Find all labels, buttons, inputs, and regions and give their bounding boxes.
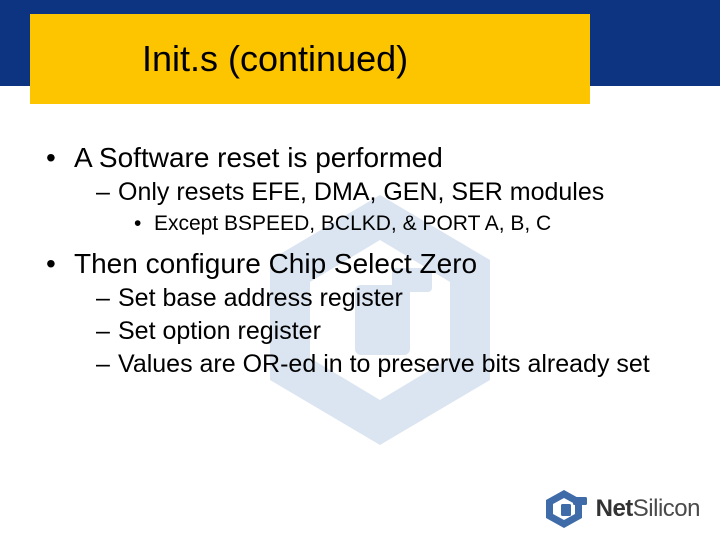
bullet-lvl3: Except BSPEED, BCLKD, & PORT A, B, C <box>134 210 670 237</box>
bullet-text: Except BSPEED, BCLKD, & PORT A, B, C <box>154 212 551 235</box>
bullet-text: Values are OR-ed in to preserve bits alr… <box>118 350 650 378</box>
bullet-lvl2: Values are OR-ed in to preserve bits alr… <box>96 349 670 380</box>
bullet-lvl2: Set base address register <box>96 283 670 314</box>
brand-silicon: Silicon <box>633 495 700 522</box>
bullet-text: Then configure Chip Select Zero <box>74 248 477 279</box>
slide-title: Init.s (continued) <box>142 38 408 80</box>
slide: Init.s (continued) A Software reset is p… <box>0 0 720 540</box>
title-box: Init.s (continued) <box>30 14 590 104</box>
bullet-lvl1: Then configure Chip Select Zero Set base… <box>50 246 670 381</box>
brand-net: Net <box>596 495 633 522</box>
bullet-lvl1: A Software reset is performed Only reset… <box>50 140 670 238</box>
brand-logo-icon <box>544 490 590 528</box>
bullet-lvl2: Only resets EFE, DMA, GEN, SER modules E… <box>96 177 670 238</box>
bullet-text: A Software reset is performed <box>74 142 443 173</box>
bullet-list: A Software reset is performed Only reset… <box>50 140 670 380</box>
brand-logo: NetSilicon <box>544 490 700 528</box>
bullet-text: Set base address register <box>118 284 403 312</box>
bullet-lvl2: Set option register <box>96 316 670 347</box>
bullet-text: Only resets EFE, DMA, GEN, SER modules <box>118 178 604 206</box>
bullet-text: Set option register <box>118 317 321 345</box>
brand-logo-text: NetSilicon <box>596 495 700 523</box>
slide-body: A Software reset is performed Only reset… <box>50 140 670 386</box>
